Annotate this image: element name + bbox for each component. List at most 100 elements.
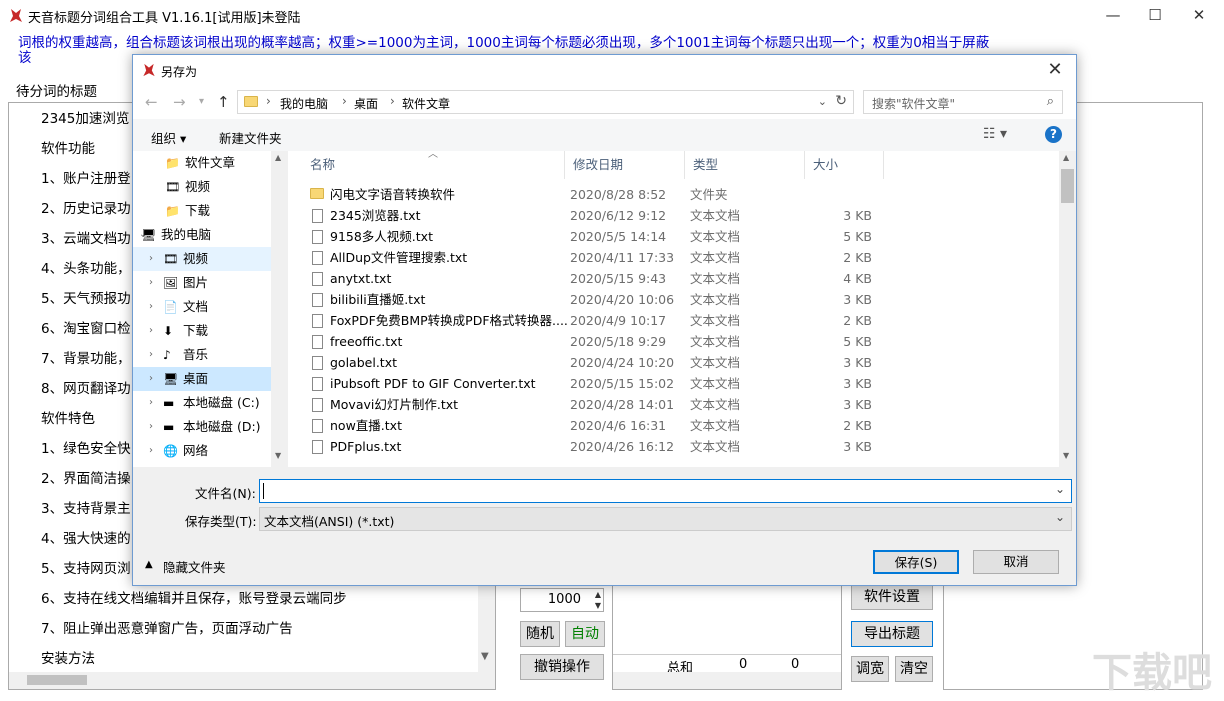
file-row[interactable]: now直播.txt2020/4/6 16:31文本文档2 KB: [288, 415, 1058, 436]
tree-item-label: 软件文章: [185, 151, 235, 175]
address-dropdown-icon[interactable]: ⌄: [818, 95, 827, 108]
export-titles-button[interactable]: 导出标题: [851, 621, 933, 647]
chevron-right-icon[interactable]: ›: [149, 367, 153, 391]
up-arrow-icon[interactable]: ↑: [217, 93, 230, 111]
file-row[interactable]: 闪电文字语音转换软件2020/8/28 8:52文件夹: [288, 184, 1058, 205]
column-type[interactable]: 类型: [684, 151, 804, 179]
chevron-down-icon[interactable]: ⌄: [1055, 482, 1065, 496]
refresh-icon[interactable]: ↻: [835, 93, 847, 109]
software-settings-button[interactable]: 软件设置: [851, 584, 933, 610]
computer-icon: 🖥: [141, 223, 156, 247]
sort-ascending-icon: ︿: [428, 145, 438, 160]
file-row[interactable]: freeoffic.txt2020/5/18 9:29文本文档5 KB: [288, 331, 1058, 352]
chevron-right-icon[interactable]: ›: [149, 295, 153, 319]
file-size: 5 KB: [843, 226, 872, 247]
tree-scrollbar[interactable]: ▲ ▼: [271, 151, 288, 467]
chevron-right-icon[interactable]: ›: [149, 247, 153, 271]
address-bar[interactable]: › 我的电脑 › 桌面 › 软件文章 ⌄ ↻: [237, 90, 854, 114]
chevron-right-icon[interactable]: ›: [149, 439, 153, 463]
file-name: bilibili直播姬.txt: [330, 289, 425, 310]
tree-item[interactable]: ›🖥桌面: [133, 367, 273, 391]
save-button[interactable]: 保存(S): [873, 550, 959, 574]
tree-item[interactable]: 📁软件文章: [133, 151, 273, 175]
tree-item[interactable]: 📁下载: [133, 199, 273, 223]
file-list-scrollbar[interactable]: ▲ ▼: [1059, 151, 1076, 467]
back-arrow-icon[interactable]: ←: [145, 93, 158, 111]
file-row[interactable]: 2345浏览器.txt2020/6/12 9:12文本文档3 KB: [288, 205, 1058, 226]
chevron-right-icon[interactable]: ›: [149, 391, 153, 415]
scroll-down-icon[interactable]: ▼: [275, 451, 281, 460]
random-button[interactable]: 随机: [520, 621, 560, 647]
clear-button[interactable]: 清空: [895, 656, 933, 682]
collapse-icon[interactable]: ▲: [145, 559, 153, 570]
grid-horizontal-scrollbar[interactable]: [613, 672, 841, 689]
auto-button[interactable]: 自动: [565, 621, 605, 647]
titles-horizontal-scrollbar[interactable]: [9, 672, 479, 689]
close-button[interactable]: ✕: [1176, 0, 1222, 31]
title-line: 2、界面简洁操: [41, 467, 131, 487]
scroll-down-icon[interactable]: ▼: [1063, 451, 1069, 460]
title-line: 7、背景功能，: [41, 347, 131, 367]
undo-button[interactable]: 撤销操作: [520, 654, 604, 680]
forward-arrow-icon[interactable]: →: [173, 93, 186, 111]
file-row[interactable]: FoxPDF免费BMP转换成PDF格式转换器....2020/4/9 10:17…: [288, 310, 1058, 331]
view-options-icon[interactable]: ☷ ▾: [983, 126, 1007, 142]
chevron-right-icon[interactable]: ›: [149, 415, 153, 439]
help-icon[interactable]: ?: [1045, 126, 1062, 143]
scroll-thumb[interactable]: [27, 675, 87, 685]
maximize-button[interactable]: ☐: [1132, 0, 1178, 31]
scroll-down-icon[interactable]: ▼: [481, 651, 489, 662]
tree-item[interactable]: ›📄文档: [133, 295, 273, 319]
adjust-width-button[interactable]: 调宽: [851, 656, 889, 682]
breadcrumb-software-articles[interactable]: 软件文章: [402, 95, 450, 112]
title-line: 软件特色: [41, 407, 95, 427]
file-list[interactable]: 名称 ︿ 修改日期 类型 大小 闪电文字语音转换软件2020/8/28 8:52…: [288, 151, 1076, 467]
file-row[interactable]: 9158多人视频.txt2020/5/5 14:14文本文档5 KB: [288, 226, 1058, 247]
breadcrumb-my-computer[interactable]: 我的电脑: [280, 95, 328, 112]
dialog-close-button[interactable]: ✕: [1040, 57, 1070, 83]
tree-item[interactable]: ›▬本地磁盘 (D:): [133, 415, 273, 439]
file-row[interactable]: Movavi幻灯片制作.txt2020/4/28 14:01文本文档3 KB: [288, 394, 1058, 415]
tree-item[interactable]: 🎞视频: [133, 175, 273, 199]
filename-input[interactable]: ⌄: [259, 479, 1072, 503]
scroll-thumb[interactable]: [1061, 169, 1074, 203]
spinner-arrows-icon[interactable]: ▲▼: [595, 589, 601, 611]
file-name: FoxPDF免费BMP转换成PDF格式转换器....: [330, 310, 568, 331]
weight-grid[interactable]: 总和 0 0: [612, 585, 842, 690]
tree-item[interactable]: ›▬本地磁盘 (C:): [133, 391, 273, 415]
column-date[interactable]: 修改日期: [564, 151, 684, 179]
file-row[interactable]: golabel.txt2020/4/24 10:20文本文档3 KB: [288, 352, 1058, 373]
navigation-tree[interactable]: 📁软件文章🎞视频📁下载⌄🖥我的电脑›🎞视频›🖼图片›📄文档›⬇下载›♪音乐›🖥桌…: [133, 151, 288, 467]
tree-item[interactable]: ›⬇下载: [133, 319, 273, 343]
weight-spinner[interactable]: 1000 ▲▼: [520, 588, 604, 612]
file-name: anytxt.txt: [330, 268, 391, 289]
filetype-select[interactable]: 文本文档(ANSI) (*.txt) ⌄: [259, 507, 1072, 531]
tree-item[interactable]: ›🌐网络: [133, 439, 273, 463]
breadcrumb-desktop[interactable]: 桌面: [354, 95, 378, 112]
search-icon[interactable]: ⌕: [1047, 94, 1054, 109]
file-row[interactable]: bilibili直播姬.txt2020/4/20 10:06文本文档3 KB: [288, 289, 1058, 310]
new-folder-button[interactable]: 新建文件夹: [219, 128, 282, 147]
organize-button[interactable]: 组织 ▾: [151, 128, 186, 147]
file-row[interactable]: anytxt.txt2020/5/15 9:43文本文档4 KB: [288, 268, 1058, 289]
chevron-right-icon[interactable]: ›: [149, 271, 153, 295]
scroll-up-icon[interactable]: ▲: [275, 153, 281, 162]
file-row[interactable]: AllDup文件管理搜索.txt2020/4/11 17:33文本文档2 KB: [288, 247, 1058, 268]
tree-item[interactable]: ⌄🖥我的电脑: [133, 223, 273, 247]
search-box[interactable]: 搜索"软件文章" ⌕: [863, 90, 1063, 114]
minimize-button[interactable]: —: [1090, 0, 1136, 31]
scroll-up-icon[interactable]: ▲: [1063, 153, 1069, 162]
titles-to-segment-label: 待分词的标题: [16, 80, 97, 100]
chevron-right-icon[interactable]: ›: [149, 343, 153, 367]
file-row[interactable]: iPubsoft PDF to GIF Converter.txt2020/5/…: [288, 373, 1058, 394]
chevron-right-icon[interactable]: ›: [149, 319, 153, 343]
tree-item[interactable]: ›🖼图片: [133, 271, 273, 295]
tree-item[interactable]: ›🎞视频: [133, 247, 273, 271]
recent-chevron-icon[interactable]: ▾: [199, 96, 204, 107]
file-row[interactable]: PDFplus.txt2020/4/26 16:12文本文档3 KB: [288, 436, 1058, 457]
chevron-down-icon[interactable]: ⌄: [1055, 510, 1065, 524]
column-size[interactable]: 大小: [804, 151, 884, 179]
tree-item[interactable]: ›♪音乐: [133, 343, 273, 367]
cancel-button[interactable]: 取消: [973, 550, 1059, 574]
hide-folders-toggle[interactable]: 隐藏文件夹: [163, 557, 226, 576]
